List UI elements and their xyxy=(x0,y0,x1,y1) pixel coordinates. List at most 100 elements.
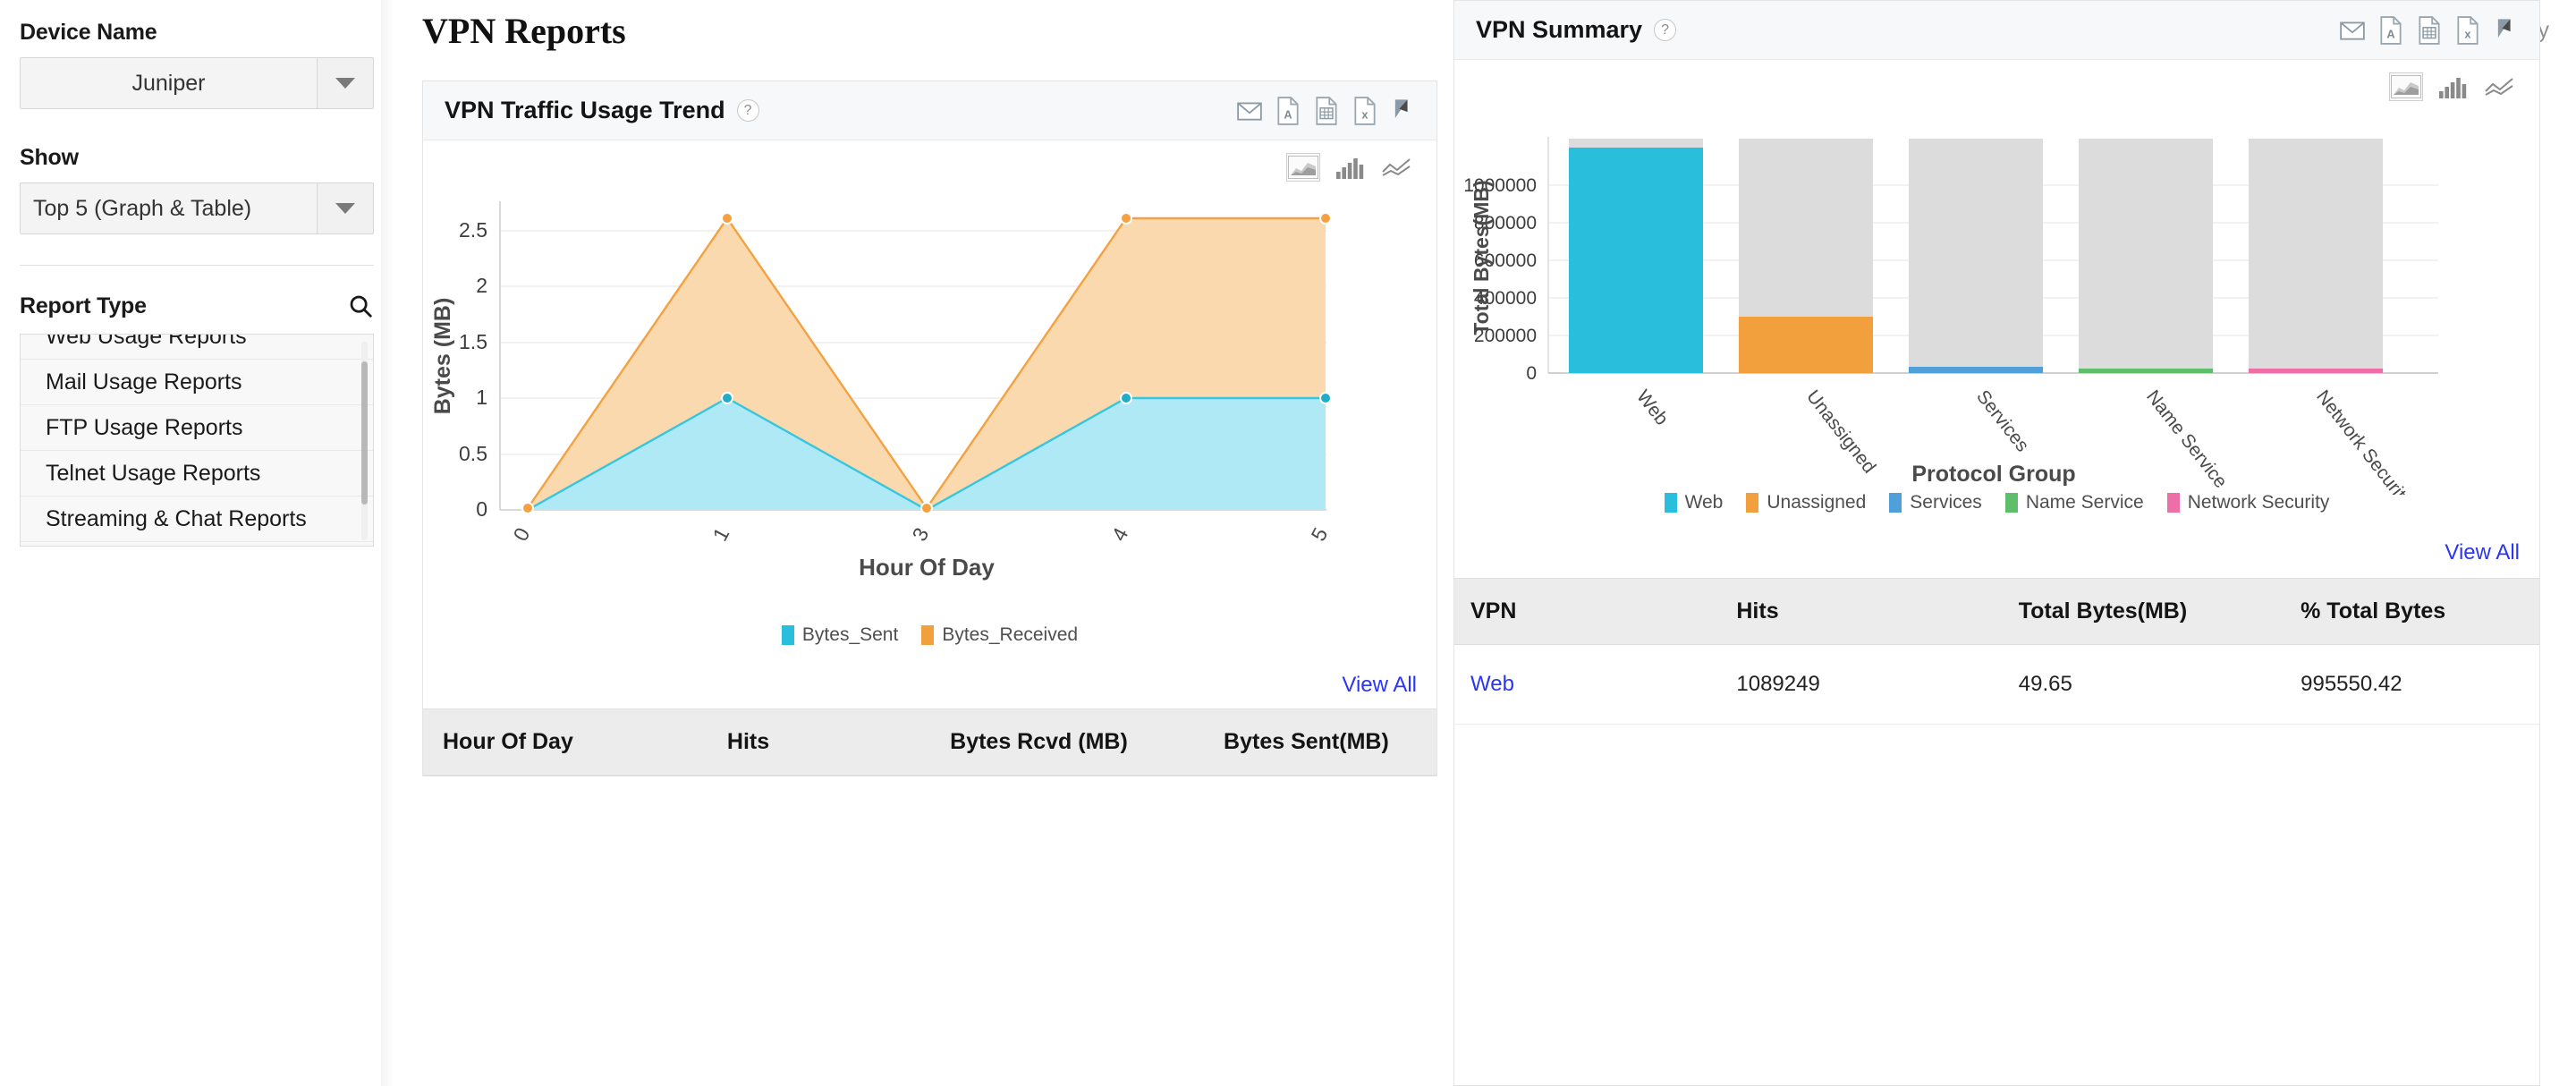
legend-item-bytes-received[interactable]: Bytes_Received xyxy=(921,624,1078,646)
column-header-hits[interactable]: Hits xyxy=(726,708,951,776)
summary-view-all-row: View All xyxy=(1454,540,2539,565)
pin-icon[interactable] xyxy=(1390,97,1417,125)
bar-network-security[interactable] xyxy=(2249,369,2383,373)
help-icon[interactable]: ? xyxy=(1654,19,1677,41)
cell-hits: 1089249 xyxy=(1736,644,2019,725)
trend-card-title-wrap: VPN Traffic Usage Trend ? xyxy=(445,97,759,124)
trend-card-actions: A x xyxy=(1236,96,1417,125)
legend-label: Name Service xyxy=(2025,492,2144,513)
summary-card-title: VPN Summary xyxy=(1476,16,1643,43)
svg-text:Unassigned: Unassigned xyxy=(1802,386,1879,478)
cell-pct-total-bytes: 995550.42 xyxy=(2301,644,2539,725)
csv-export-icon[interactable] xyxy=(1313,96,1340,125)
table-row[interactable]: Web 1089249 49.65 995550.42 xyxy=(1454,644,2539,725)
area-chart-icon[interactable] xyxy=(1286,153,1320,182)
report-type-item-1[interactable]: Mail Usage Reports xyxy=(21,360,373,405)
email-icon[interactable] xyxy=(2339,16,2366,45)
email-icon[interactable] xyxy=(1236,97,1263,125)
legend-item-name-service[interactable]: Name Service xyxy=(2004,492,2144,513)
bar-services[interactable] xyxy=(1909,367,2043,373)
legend-label: Services xyxy=(1910,492,1982,513)
legend-label: Network Security xyxy=(2187,492,2330,513)
bar-name-service[interactable] xyxy=(2079,369,2213,373)
legend-item-web[interactable]: Web xyxy=(1664,492,1723,513)
view-all-link[interactable]: View All xyxy=(2445,540,2520,565)
svg-text:5: 5 xyxy=(1306,523,1332,545)
trend-card-title: VPN Traffic Usage Trend xyxy=(445,97,725,123)
legend-item-services[interactable]: Services xyxy=(1889,492,1982,513)
svg-text:x: x xyxy=(2464,27,2471,40)
svg-text:x: x xyxy=(1361,107,1368,121)
svg-text:A: A xyxy=(2386,27,2394,40)
bar-chart-icon[interactable] xyxy=(2436,72,2470,101)
help-icon[interactable]: ? xyxy=(736,99,759,122)
filters-sidebar: Device Name Juniper Show Top 5 (Graph & … xyxy=(0,0,394,1086)
summary-card-header: VPN Summary ? A x xyxy=(1454,1,2539,60)
excel-export-icon[interactable]: x xyxy=(2454,15,2481,45)
trend-chart-type-toolbar xyxy=(423,140,1436,182)
svg-text:Total Bytes(MB): Total Bytes(MB) xyxy=(1470,180,1493,335)
legend-item-unassigned[interactable]: Unassigned xyxy=(1746,492,1866,513)
show-label: Show xyxy=(20,145,79,170)
column-header-hour-of-day[interactable]: Hour Of Day xyxy=(423,708,727,776)
device-name-select[interactable]: Juniper xyxy=(20,57,374,109)
svg-text:A: A xyxy=(1284,107,1292,121)
legend-swatch xyxy=(1889,493,1902,513)
view-all-link[interactable]: View All xyxy=(1342,673,1417,698)
pdf-export-icon[interactable]: A xyxy=(2377,15,2404,45)
column-header-hits[interactable]: Hits xyxy=(1736,578,2019,645)
device-name-dropdown-arrow[interactable] xyxy=(318,58,373,108)
column-header-bytes-sent[interactable]: Bytes Sent(MB) xyxy=(1224,708,1436,776)
csv-export-icon[interactable] xyxy=(2416,15,2443,45)
svg-text:0: 0 xyxy=(476,497,487,521)
device-name-value: Juniper xyxy=(21,58,318,108)
trend-column: VPN Traffic Usage Trend ? A x 0 0.5 1 1.… xyxy=(394,61,1453,1086)
vpn-reports-page: Device Name Juniper Show Top 5 (Graph & … xyxy=(0,0,2576,1086)
column-header-bytes-rcvd[interactable]: Bytes Rcvd (MB) xyxy=(950,708,1224,776)
vpn-traffic-usage-trend-chart: 0 0.5 1 1.5 2 2.5 Bytes (MB) 0 1 3 4 5 H… xyxy=(430,201,1332,581)
line-chart-icon[interactable] xyxy=(2482,72,2516,101)
svg-text:Web: Web xyxy=(1632,386,1672,429)
column-header-vpn[interactable]: VPN xyxy=(1454,578,1737,645)
excel-export-icon[interactable]: x xyxy=(1352,96,1378,125)
cell-vpn[interactable]: Web xyxy=(1454,644,1737,725)
summary-chart-type-toolbar xyxy=(1454,60,2539,101)
show-dropdown-arrow[interactable] xyxy=(318,183,373,233)
pin-icon[interactable] xyxy=(2493,16,2520,45)
show-select[interactable]: Top 5 (Graph & Table) xyxy=(20,182,374,234)
report-type-list[interactable]: Web Usage Reports Mail Usage Reports FTP… xyxy=(20,334,374,547)
report-type-item-4[interactable]: Streaming & Chat Reports xyxy=(21,496,373,542)
line-chart-icon[interactable] xyxy=(1379,153,1413,182)
area-chart-icon[interactable] xyxy=(2389,72,2423,101)
search-icon[interactable] xyxy=(347,293,374,319)
report-type-header: Report Type xyxy=(20,293,374,319)
legend-item-bytes-sent[interactable]: Bytes_Sent xyxy=(781,624,899,646)
pdf-export-icon[interactable]: A xyxy=(1275,96,1301,125)
sidebar-divider xyxy=(20,265,374,266)
report-type-item-2[interactable]: FTP Usage Reports xyxy=(21,405,373,451)
report-type-item-3[interactable]: Telnet Usage Reports xyxy=(21,451,373,496)
summary-column: VPN Summary ? A x 0 200000 400000 600000… xyxy=(1453,0,2576,1086)
bar-chart-icon[interactable] xyxy=(1333,153,1367,182)
report-type-scroll-content: Web Usage Reports Mail Usage Reports FTP… xyxy=(21,335,373,546)
bar-unassigned[interactable] xyxy=(1739,317,1873,373)
svg-text:4: 4 xyxy=(1106,523,1132,545)
legend-swatch xyxy=(1746,493,1759,513)
svg-text:0: 0 xyxy=(508,523,534,545)
cell-total-bytes: 49.65 xyxy=(2018,644,2301,725)
legend-item-network-security[interactable]: Network Security xyxy=(2166,492,2330,513)
bar-web[interactable] xyxy=(1569,148,1703,373)
report-type-item-0[interactable]: Web Usage Reports xyxy=(21,335,373,360)
chevron-down-icon xyxy=(335,203,355,214)
legend-label: Bytes_Sent xyxy=(801,624,899,645)
report-type-scrollbar-thumb[interactable] xyxy=(361,361,368,505)
column-header-total-bytes[interactable]: Total Bytes(MB) xyxy=(2018,578,2301,645)
legend-swatch xyxy=(2166,493,2180,513)
report-type-item-5[interactable]: Event Summary Reports xyxy=(21,542,373,546)
column-header-pct-total-bytes[interactable]: % Total Bytes xyxy=(2301,578,2539,645)
svg-text:0.5: 0.5 xyxy=(459,442,487,465)
table-header-row: VPN Hits Total Bytes(MB) % Total Bytes xyxy=(1454,578,2539,645)
page-title: VPN Reports xyxy=(422,10,626,51)
svg-text:Bytes (MB): Bytes (MB) xyxy=(430,298,455,415)
svg-text:Services: Services xyxy=(1972,386,2033,456)
